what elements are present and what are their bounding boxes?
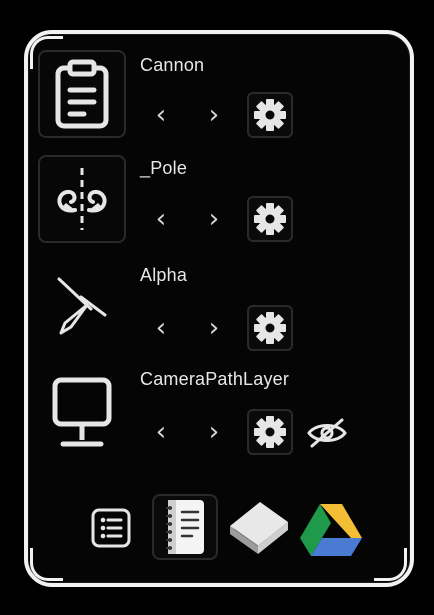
layer-name: CameraPathLayer xyxy=(140,369,290,389)
gear-icon xyxy=(254,416,286,448)
layer-thumbnail-pole[interactable] xyxy=(38,155,126,243)
notebook-icon xyxy=(166,500,204,554)
settings-button[interactable] xyxy=(247,409,293,455)
layer-name: _Pole xyxy=(140,158,188,178)
settings-button[interactable] xyxy=(247,196,293,242)
next-button[interactable]: › xyxy=(203,418,225,446)
flag-triangle-icon xyxy=(57,277,107,335)
eye-slash-icon xyxy=(307,418,347,448)
settings-button[interactable] xyxy=(247,305,293,351)
book-button[interactable] xyxy=(224,496,292,558)
prev-button[interactable]: ‹ xyxy=(150,205,172,233)
layer-thumbnail-alpha[interactable] xyxy=(38,262,126,350)
notebook-button[interactable] xyxy=(152,494,218,560)
layer-thumbnail-cannon[interactable] xyxy=(38,50,126,138)
google-drive-button[interactable] xyxy=(298,500,364,558)
clipboard-list-icon xyxy=(55,59,109,129)
next-button[interactable]: › xyxy=(203,101,225,129)
panel-corner-decoration xyxy=(30,548,63,581)
monitor-icon xyxy=(52,377,112,447)
gear-icon xyxy=(254,312,286,344)
layer-thumbnail-camerapathlayer[interactable] xyxy=(38,368,126,456)
list-icon xyxy=(91,508,131,548)
prev-button[interactable]: ‹ xyxy=(150,101,172,129)
layer-name: Cannon xyxy=(140,55,205,75)
gear-icon xyxy=(254,99,286,131)
book-icon xyxy=(230,502,288,554)
gear-icon xyxy=(254,203,286,235)
layer-name: Alpha xyxy=(140,265,188,285)
prev-button[interactable]: ‹ xyxy=(150,314,172,342)
google-drive-icon xyxy=(300,504,362,556)
settings-button[interactable] xyxy=(247,92,293,138)
list-button[interactable] xyxy=(88,505,134,551)
pole-split-icon xyxy=(57,168,107,230)
prev-button[interactable]: ‹ xyxy=(150,418,172,446)
visibility-toggle[interactable] xyxy=(306,416,348,450)
next-button[interactable]: › xyxy=(203,205,225,233)
next-button[interactable]: › xyxy=(203,314,225,342)
